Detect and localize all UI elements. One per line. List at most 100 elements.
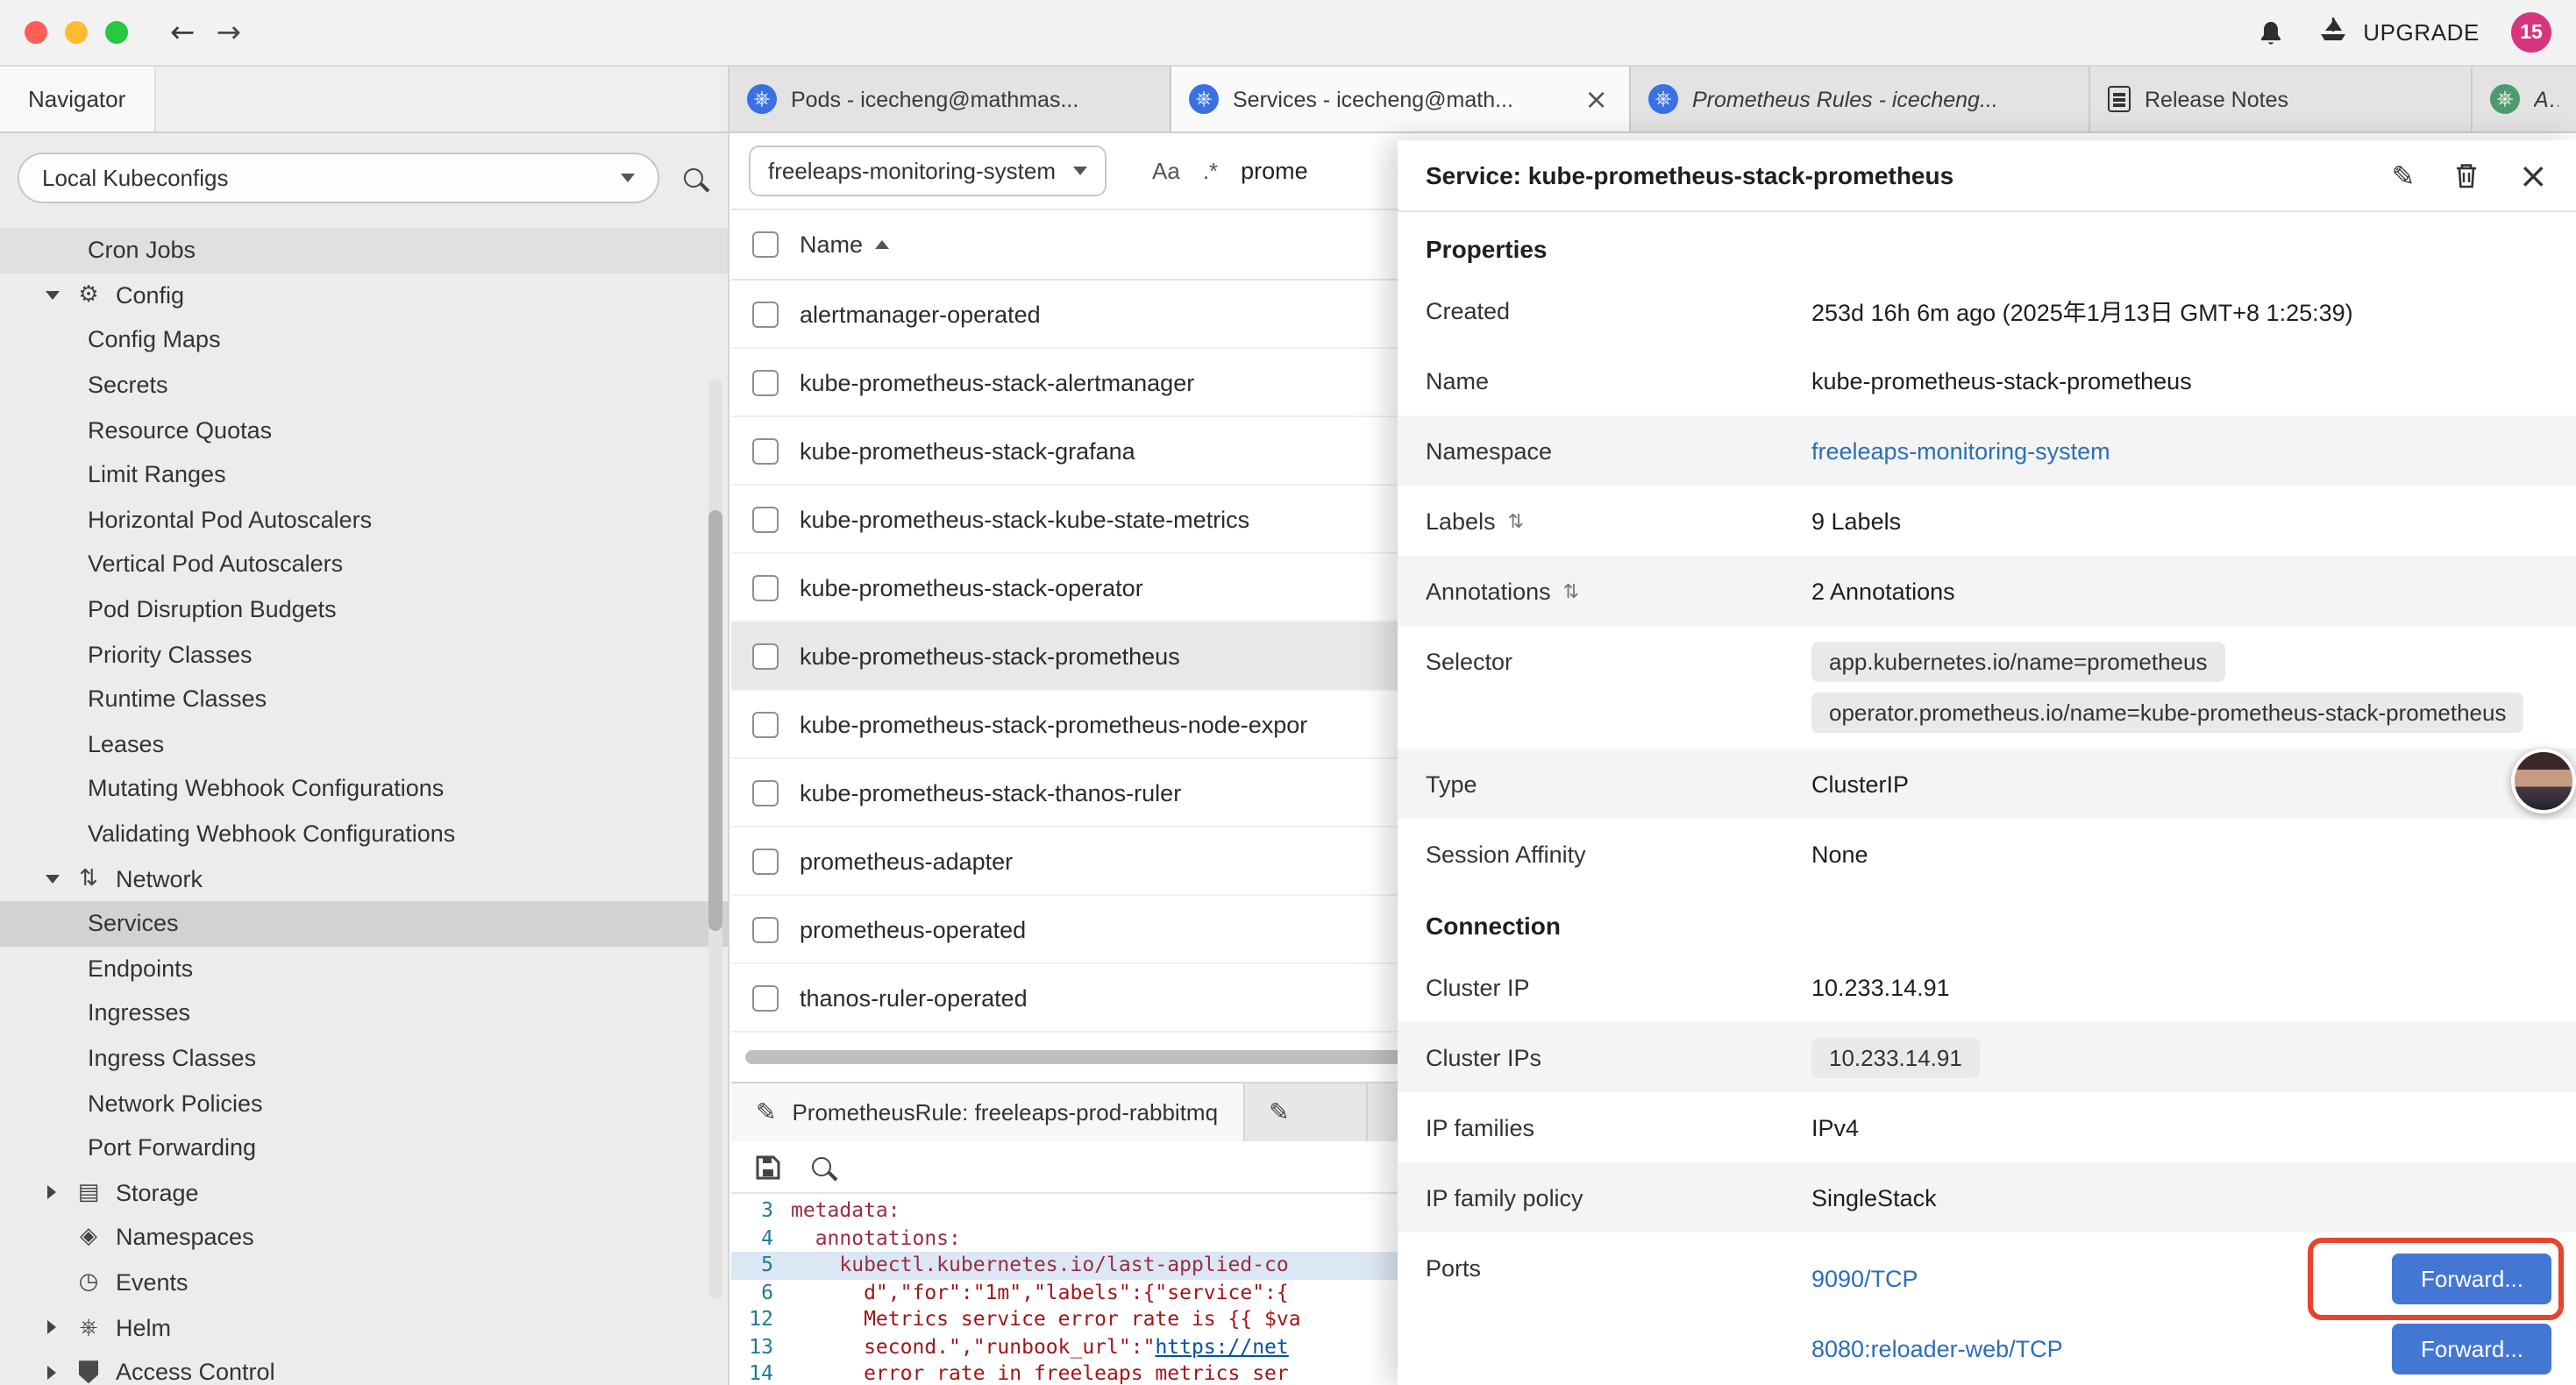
- sidebar-item-limit-ranges[interactable]: Limit Ranges: [0, 452, 728, 497]
- row-checkbox[interactable]: [752, 574, 779, 600]
- layers-icon: ◈: [74, 1225, 103, 1251]
- detail-row-cluster-ip: Cluster IP 10.233.14.91: [1398, 952, 2576, 1022]
- forward-button[interactable]: Forward...: [2393, 1253, 2551, 1303]
- detail-row-ip-families: IP families IPv4: [1398, 1092, 2576, 1162]
- port-link[interactable]: 9090/TCP: [1811, 1265, 1918, 1291]
- sidebar-item-validating-webhook-configurations[interactable]: Validating Webhook Configurations: [0, 811, 728, 856]
- sidebar-item-access-control[interactable]: Access Control: [0, 1350, 728, 1385]
- chevron-right-icon: [42, 1186, 61, 1200]
- sidebar-item-mutating-webhook-configurations[interactable]: Mutating Webhook Configurations: [0, 766, 728, 811]
- sidebar-item-config[interactable]: ⚙ Config: [0, 273, 728, 317]
- sidebar-item-ingresses[interactable]: Ingresses: [0, 991, 728, 1035]
- forward-button[interactable]: Forward...: [2393, 1323, 2551, 1374]
- sidebar-item-runtime-classes[interactable]: Runtime Classes: [0, 677, 728, 721]
- row-checkbox[interactable]: [752, 916, 779, 942]
- port-line: 9090/TCP Forward...: [1811, 1243, 2576, 1313]
- sort-asc-icon: [875, 240, 889, 249]
- search-icon[interactable]: [812, 1157, 831, 1176]
- sort-toggle-icon[interactable]: ⇅: [1508, 509, 1524, 532]
- row-checkbox[interactable]: [752, 369, 779, 395]
- navigator-sidebar: Local Kubeconfigs Cron Jobs ⚙ Config Con…: [0, 133, 729, 1385]
- sidebar-item-pod-disruption-budgets[interactable]: Pod Disruption Budgets: [0, 587, 728, 632]
- upgrade-button[interactable]: UPGRADE: [2316, 16, 2480, 49]
- sidebar-item-events[interactable]: ◷ Events: [0, 1260, 728, 1304]
- sidebar-item-namespaces[interactable]: ◈ Namespaces: [0, 1215, 728, 1260]
- sidebar-item-priority-classes[interactable]: Priority Classes: [0, 632, 728, 677]
- port-link[interactable]: 8080:reloader-web/TCP: [1811, 1335, 2063, 1361]
- close-icon[interactable]: ×: [2518, 154, 2548, 196]
- row-checkbox[interactable]: [752, 437, 779, 464]
- detail-row-type: Type ClusterIP: [1398, 749, 2576, 819]
- drawer-body: Properties Created 253d 16h 6m ago (2025…: [1398, 212, 2576, 1385]
- sidebar-item-services[interactable]: Services: [0, 901, 728, 946]
- book-icon: [2108, 86, 2131, 112]
- kubeconfig-selector[interactable]: Local Kubeconfigs: [18, 153, 659, 203]
- notification-badge[interactable]: 15: [2511, 12, 2551, 53]
- row-checkbox[interactable]: [752, 779, 779, 806]
- tab-prometheus-rules[interactable]: ⎈ Prometheus Rules - icecheng...: [1631, 67, 2090, 131]
- swap-vertical-icon: ⇅: [74, 865, 103, 891]
- sidebar-item-helm[interactable]: ⎈ Helm: [0, 1305, 728, 1350]
- row-checkbox[interactable]: [752, 711, 779, 737]
- row-checkbox[interactable]: [752, 984, 779, 1011]
- chevron-down-icon: [1073, 167, 1087, 175]
- regex-toggle[interactable]: .*: [1203, 158, 1218, 184]
- sidebar-item-config-maps[interactable]: Config Maps: [0, 317, 728, 362]
- sidebar-item-storage[interactable]: ▤ Storage: [0, 1170, 728, 1215]
- close-window-button[interactable]: [25, 21, 47, 44]
- namespace-filter-dropdown[interactable]: freeleaps-monitoring-system: [749, 146, 1107, 196]
- sidebar-item-resource-quotas[interactable]: Resource Quotas: [0, 408, 728, 452]
- dock-tab-prometheusrule[interactable]: ✎ PrometheusRule: freeleaps-prod-rabbitm…: [731, 1083, 1244, 1141]
- sidebar-item-vertical-pod-autoscalers[interactable]: Vertical Pod Autoscalers: [0, 542, 728, 586]
- row-checkbox[interactable]: [752, 506, 779, 532]
- name-column-header[interactable]: Name: [800, 231, 889, 258]
- clock-icon: ◷: [74, 1269, 103, 1296]
- kubernetes-icon: ⎈: [2490, 84, 2520, 114]
- forward-icon[interactable]: →: [217, 15, 242, 50]
- select-all-checkbox[interactable]: [752, 231, 779, 258]
- row-checkbox[interactable]: [752, 301, 779, 327]
- sidebar-item-cron-jobs[interactable]: Cron Jobs: [0, 228, 728, 273]
- tab-release-notes[interactable]: Release Notes: [2090, 67, 2473, 131]
- sidebar-item-network-policies[interactable]: Network Policies: [0, 1081, 728, 1126]
- sidebar-item-endpoints[interactable]: Endpoints: [0, 946, 728, 991]
- chevron-right-icon: [42, 1365, 61, 1379]
- namespace-link[interactable]: freeleaps-monitoring-system: [1811, 437, 2110, 464]
- sidebar-scrollbar-thumb[interactable]: [708, 510, 722, 931]
- sidebar-item-port-forwarding[interactable]: Port Forwarding: [0, 1126, 728, 1170]
- back-icon[interactable]: ←: [170, 15, 196, 50]
- sidebar-item-secrets[interactable]: Secrets: [0, 363, 728, 408]
- selector-chip: app.kubernetes.io/name=prometheus: [1811, 642, 2224, 682]
- pencil-icon[interactable]: ✎: [2392, 159, 2416, 192]
- match-case-toggle[interactable]: Aa: [1152, 158, 1180, 184]
- cluster-ip-chip: 10.233.14.91: [1811, 1037, 1980, 1077]
- tab-bar: Navigator ⎈ Pods - icecheng@mathmas... ⎈…: [0, 67, 2576, 133]
- maximize-window-button[interactable]: [105, 21, 128, 44]
- gear-icon: ⚙: [74, 282, 103, 309]
- detail-row-ip-family-policy: IP family policy SingleStack: [1398, 1162, 2576, 1232]
- chevron-down-icon: [621, 174, 635, 182]
- sort-toggle-icon[interactable]: ⇅: [1563, 579, 1579, 602]
- detail-row-annotations: Annotations ⇅ 2 Annotations: [1398, 556, 2576, 626]
- sidebar-item-horizontal-pod-autoscalers[interactable]: Horizontal Pod Autoscalers: [0, 497, 728, 542]
- detail-row-selector: Selector app.kubernetes.io/name=promethe…: [1398, 626, 2576, 749]
- trash-icon[interactable]: [2453, 161, 2480, 189]
- sidebar-item-leases[interactable]: Leases: [0, 721, 728, 766]
- ship-icon: [2316, 16, 2349, 49]
- sidebar-item-network[interactable]: ⇅ Network: [0, 856, 728, 901]
- row-checkbox[interactable]: [752, 848, 779, 874]
- tab-argo[interactable]: ⎈ Argo Se: [2473, 67, 2576, 131]
- avatar[interactable]: [2511, 749, 2576, 813]
- navigator-header: Navigator: [0, 67, 729, 131]
- search-icon[interactable]: [684, 168, 703, 188]
- tab-services[interactable]: ⎈ Services - icecheng@math... ×: [1171, 67, 1631, 131]
- sidebar-item-ingress-classes[interactable]: Ingress Classes: [0, 1035, 728, 1080]
- tab-pods[interactable]: ⎈ Pods - icecheng@mathmas...: [729, 67, 1171, 131]
- row-checkbox[interactable]: [752, 643, 779, 669]
- minimize-window-button[interactable]: [65, 21, 88, 44]
- close-icon[interactable]: ×: [1581, 82, 1612, 116]
- bell-icon[interactable]: [2256, 18, 2284, 46]
- dock-tab-partial[interactable]: ✎: [1244, 1083, 1367, 1141]
- save-icon[interactable]: [756, 1154, 780, 1179]
- port-line: 8080:reloader-web/TCP Forward...: [1811, 1313, 2576, 1383]
